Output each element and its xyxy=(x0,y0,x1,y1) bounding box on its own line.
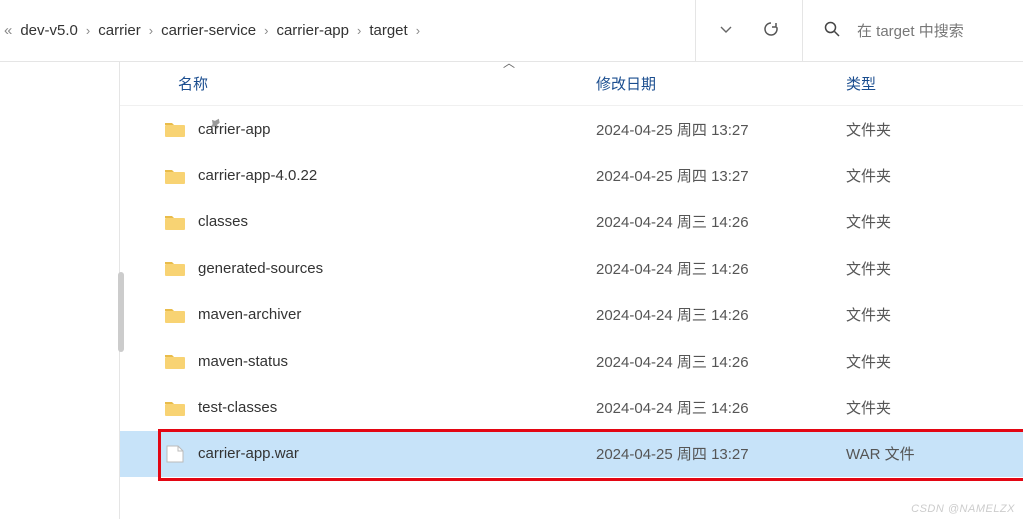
file-list: ︿ 名称 修改日期 类型 carrier-app2024-04-25 周四 13… xyxy=(120,62,1023,519)
breadcrumb-item[interactable]: target xyxy=(367,22,409,39)
column-header-name[interactable]: 名称 xyxy=(164,73,596,94)
folder-icon xyxy=(164,120,186,138)
refresh-icon[interactable] xyxy=(762,20,780,42)
file-type: 文件夹 xyxy=(846,165,891,186)
file-name: carrier-app xyxy=(198,121,596,138)
folder-row[interactable]: carrier-app2024-04-25 周四 13:27文件夹 xyxy=(120,106,1023,152)
breadcrumb[interactable]: « dev-v5.0 › carrier › carrier-service ›… xyxy=(0,0,696,61)
file-name: maven-archiver xyxy=(198,306,596,323)
folder-icon xyxy=(164,399,186,417)
folder-icon xyxy=(164,213,186,231)
nav-controls xyxy=(696,0,803,61)
folder-icon xyxy=(164,167,186,185)
folder-row[interactable]: carrier-app-4.0.222024-04-25 周四 13:27文件夹 xyxy=(120,152,1023,198)
file-type: WAR 文件 xyxy=(846,443,915,464)
breadcrumb-item[interactable]: carrier xyxy=(96,22,143,39)
folder-row[interactable]: generated-sources2024-04-24 周三 14:26文件夹 xyxy=(120,245,1023,291)
file-name: test-classes xyxy=(198,399,596,416)
file-name: carrier-app-4.0.22 xyxy=(198,167,596,184)
file-date: 2024-04-24 周三 14:26 xyxy=(596,211,846,232)
file-name: carrier-app.war xyxy=(198,445,596,462)
file-type: 文件夹 xyxy=(846,119,891,140)
file-date: 2024-04-24 周三 14:26 xyxy=(596,304,846,325)
file-date: 2024-04-25 周四 13:27 xyxy=(596,119,846,140)
chevron-right-icon: › xyxy=(416,23,420,38)
column-headers: 名称 修改日期 类型 xyxy=(120,62,1023,106)
folder-row[interactable]: maven-status2024-04-24 周三 14:26文件夹 xyxy=(120,338,1023,384)
folder-row[interactable]: test-classes2024-04-24 周三 14:26文件夹 xyxy=(120,384,1023,430)
breadcrumb-item[interactable]: dev-v5.0 xyxy=(18,22,80,39)
address-bar: « dev-v5.0 › carrier › carrier-service ›… xyxy=(0,0,1023,62)
search-icon xyxy=(823,20,841,42)
file-date: 2024-04-24 周三 14:26 xyxy=(596,351,846,372)
file-date: 2024-04-24 周三 14:26 xyxy=(596,258,846,279)
chevron-right-icon: › xyxy=(149,23,153,38)
file-row[interactable]: carrier-app.war2024-04-25 周四 13:27WAR 文件 xyxy=(120,431,1023,477)
column-header-date[interactable]: 修改日期 xyxy=(596,73,846,94)
folder-row[interactable]: classes2024-04-24 周三 14:26文件夹 xyxy=(120,199,1023,245)
chevron-right-icon: › xyxy=(264,23,268,38)
file-icon xyxy=(164,445,186,463)
folder-icon xyxy=(164,306,186,324)
file-name: classes xyxy=(198,213,596,230)
file-type: 文件夹 xyxy=(846,397,891,418)
chevron-right-icon: › xyxy=(86,23,90,38)
history-dropdown-icon[interactable] xyxy=(718,21,734,41)
file-date: 2024-04-24 周三 14:26 xyxy=(596,397,846,418)
folder-row[interactable]: maven-archiver2024-04-24 周三 14:26文件夹 xyxy=(120,292,1023,338)
file-date: 2024-04-25 周四 13:27 xyxy=(596,165,846,186)
file-type: 文件夹 xyxy=(846,211,891,232)
breadcrumb-overflow-prefix: « xyxy=(4,22,12,39)
file-type: 文件夹 xyxy=(846,258,891,279)
column-header-type[interactable]: 类型 xyxy=(846,73,1023,94)
file-type: 文件夹 xyxy=(846,351,891,372)
file-date: 2024-04-25 周四 13:27 xyxy=(596,443,846,464)
file-name: generated-sources xyxy=(198,260,596,277)
folder-icon xyxy=(164,259,186,277)
search-placeholder: 在 target 中搜索 xyxy=(857,20,964,41)
breadcrumb-item[interactable]: carrier-service xyxy=(159,22,258,39)
breadcrumb-item[interactable]: carrier-app xyxy=(274,22,351,39)
file-type: 文件夹 xyxy=(846,304,891,325)
folder-icon xyxy=(164,352,186,370)
chevron-right-icon: › xyxy=(357,23,361,38)
watermark: CSDN @NAMELZX xyxy=(911,503,1015,515)
file-name: maven-status xyxy=(198,353,596,370)
quick-access-rail xyxy=(0,62,120,519)
search-input[interactable]: 在 target 中搜索 xyxy=(803,0,1023,61)
sort-indicator-icon: ︿ xyxy=(503,54,515,71)
